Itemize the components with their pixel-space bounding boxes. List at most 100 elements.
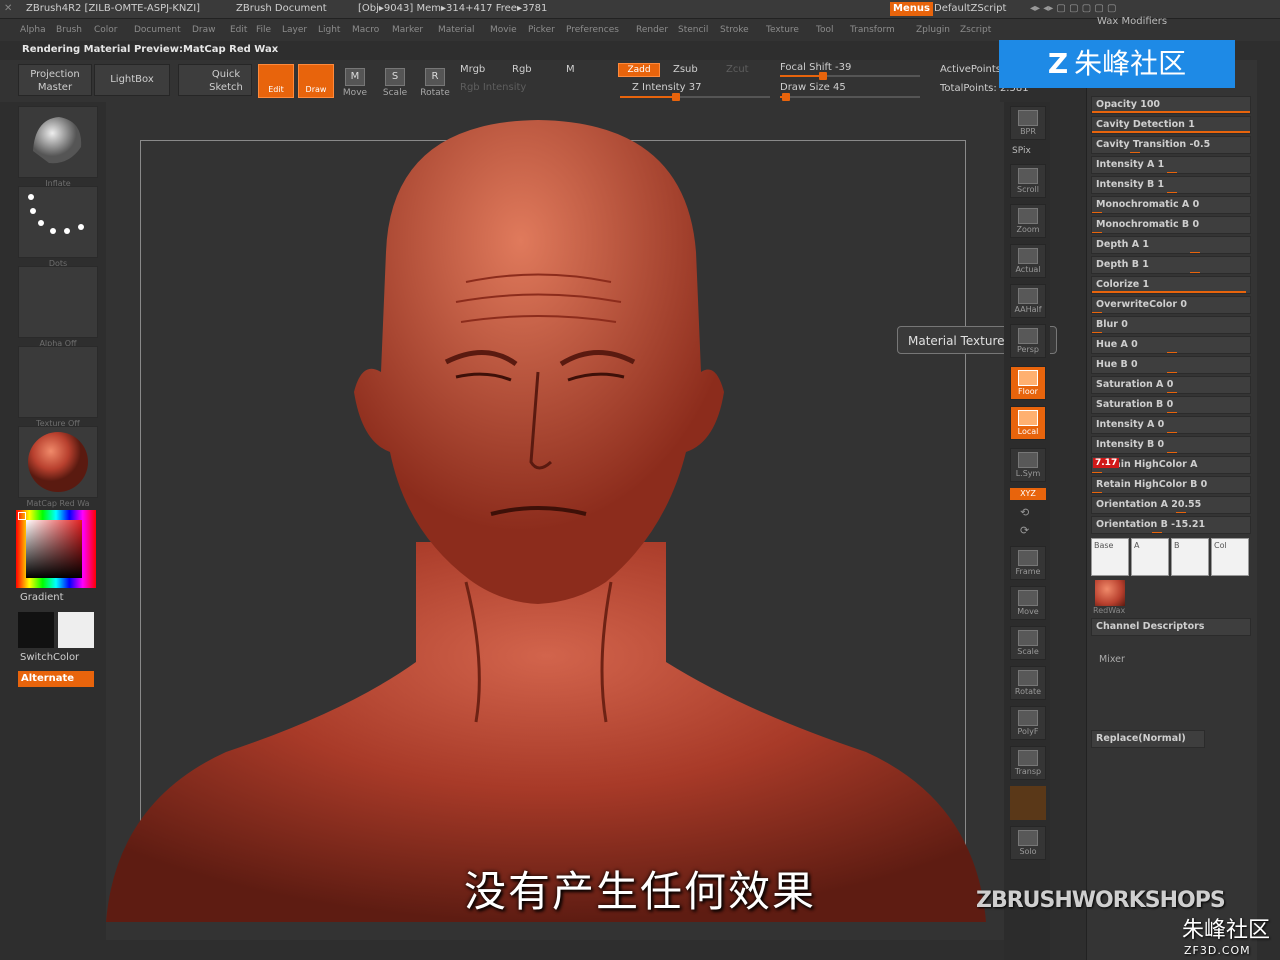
scale-view-button[interactable]: Scale bbox=[1010, 626, 1046, 660]
channel-descriptors-button[interactable]: Channel Descriptors bbox=[1091, 618, 1251, 636]
red-wax-material-swatch[interactable] bbox=[1095, 580, 1125, 606]
m-button[interactable]: M bbox=[566, 64, 575, 75]
menu-item-draw[interactable]: Draw bbox=[192, 19, 216, 41]
zoom-button[interactable]: Zoom bbox=[1010, 204, 1046, 238]
rgb-button[interactable]: Rgb bbox=[512, 64, 532, 75]
modifier-slider[interactable]: Orientation A 20.55 bbox=[1091, 496, 1251, 514]
menu-item-stroke[interactable]: Stroke bbox=[720, 19, 749, 41]
channel-b[interactable]: B bbox=[1171, 538, 1209, 576]
modifier-slider[interactable]: Monochromatic A 0 bbox=[1091, 196, 1251, 214]
transp-button[interactable]: Transp bbox=[1010, 746, 1046, 780]
mrgb-button[interactable]: Mrgb bbox=[460, 64, 485, 75]
replace-normal-dropdown[interactable]: Replace(Normal) bbox=[1091, 730, 1205, 748]
slider-knob[interactable] bbox=[1092, 492, 1102, 493]
brush-selector[interactable]: Inflate bbox=[18, 106, 98, 188]
quick-sketch-button[interactable]: Quick Sketch bbox=[178, 64, 252, 96]
slider-knob[interactable] bbox=[1167, 352, 1177, 353]
color-picker-square[interactable] bbox=[26, 520, 82, 578]
frame-button[interactable]: Frame bbox=[1010, 546, 1046, 580]
modifier-slider[interactable]: Intensity A 0 bbox=[1091, 416, 1251, 434]
slider-knob[interactable] bbox=[1092, 332, 1102, 333]
wax-modifiers-header[interactable]: Wax Modifiers bbox=[1097, 16, 1167, 27]
rotate-view-button[interactable]: Rotate bbox=[1010, 666, 1046, 700]
menu-item-light[interactable]: Light bbox=[318, 19, 340, 41]
menu-item-file[interactable]: File bbox=[256, 19, 271, 41]
alpha-selector[interactable]: Alpha Off bbox=[18, 266, 98, 348]
slider-knob[interactable] bbox=[1190, 272, 1200, 273]
move-view-button[interactable]: Move bbox=[1010, 586, 1046, 620]
channel-base[interactable]: Base bbox=[1091, 538, 1129, 576]
menu-item-render[interactable]: Render bbox=[636, 19, 668, 41]
bpr-button[interactable]: BPR bbox=[1010, 106, 1046, 140]
actual-button[interactable]: Actual bbox=[1010, 244, 1046, 278]
slider-knob[interactable] bbox=[1167, 192, 1177, 193]
z-intensity-slider[interactable]: Z Intensity 37 bbox=[632, 82, 701, 93]
floor-button[interactable]: Floor bbox=[1010, 366, 1046, 400]
material-selector[interactable]: MatCap Red Wa bbox=[18, 426, 98, 508]
channel-col[interactable]: Col bbox=[1211, 538, 1249, 576]
move-button[interactable]: M Move bbox=[338, 64, 372, 102]
slider-knob[interactable] bbox=[1167, 372, 1177, 373]
modifier-slider[interactable]: Cavity Transition -0.5 bbox=[1091, 136, 1251, 154]
scale-button[interactable]: S Scale bbox=[378, 64, 412, 102]
menu-item-preferences[interactable]: Preferences bbox=[566, 19, 619, 41]
mixer-header[interactable]: Mixer bbox=[1099, 654, 1125, 665]
channel-a[interactable]: A bbox=[1131, 538, 1169, 576]
scroll-button[interactable]: Scroll bbox=[1010, 164, 1046, 198]
modifier-slider[interactable]: Intensity B 0 bbox=[1091, 436, 1251, 454]
menu-item-layer[interactable]: Layer bbox=[282, 19, 307, 41]
rgb-intensity-slider[interactable]: Rgb Intensity bbox=[460, 82, 526, 93]
draw-button[interactable]: Draw bbox=[298, 64, 334, 98]
modifier-slider[interactable]: Saturation B 0 bbox=[1091, 396, 1251, 414]
modifier-slider[interactable]: Saturation A 0 bbox=[1091, 376, 1251, 394]
slider-knob[interactable] bbox=[1152, 532, 1162, 533]
modifier-slider[interactable]: Monochromatic B 0 bbox=[1091, 216, 1251, 234]
modifier-slider[interactable]: Depth B 1 bbox=[1091, 256, 1251, 274]
rotate-axis-icon[interactable]: ⟲ bbox=[1020, 506, 1029, 519]
slider-knob[interactable] bbox=[1167, 392, 1177, 393]
slider-knob[interactable] bbox=[1092, 212, 1102, 213]
slider-knob[interactable] bbox=[1190, 252, 1200, 253]
spix-slider[interactable]: SPix bbox=[1012, 146, 1031, 156]
menu-item-zscript[interactable]: Zscript bbox=[960, 19, 991, 41]
gradient-label[interactable]: Gradient bbox=[20, 592, 64, 603]
aahalf-button[interactable]: AAHalf bbox=[1010, 284, 1046, 318]
modifier-slider[interactable]: Depth A 1 bbox=[1091, 236, 1251, 254]
menu-item-document[interactable]: Document bbox=[134, 19, 181, 41]
slider-knob[interactable] bbox=[1167, 432, 1177, 433]
modifier-slider[interactable]: OverwriteColor 0 bbox=[1091, 296, 1251, 314]
menu-item-material[interactable]: Material bbox=[438, 19, 475, 41]
switch-color-button[interactable]: SwitchColor bbox=[20, 652, 79, 663]
slider-knob[interactable] bbox=[1092, 472, 1102, 473]
slider-knob[interactable] bbox=[1167, 412, 1177, 413]
menu-item-marker[interactable]: Marker bbox=[392, 19, 423, 41]
menu-item-stencil[interactable]: Stencil bbox=[678, 19, 708, 41]
xyz-button[interactable]: XYZ bbox=[1010, 488, 1046, 500]
texture-selector[interactable]: Texture Off bbox=[18, 346, 98, 428]
ghost-button[interactable] bbox=[1010, 786, 1046, 820]
modifier-slider[interactable]: Orientation B -15.21 bbox=[1091, 516, 1251, 534]
menu-item-transform[interactable]: Transform bbox=[850, 19, 895, 41]
color-picker[interactable] bbox=[16, 510, 96, 588]
alternate-button[interactable]: Alternate bbox=[18, 671, 94, 687]
modifier-slider[interactable]: Cavity Detection 1 bbox=[1091, 116, 1251, 134]
menu-item-tool[interactable]: Tool bbox=[816, 19, 833, 41]
menu-item-picker[interactable]: Picker bbox=[528, 19, 555, 41]
menu-item-color[interactable]: Color bbox=[94, 19, 118, 41]
zsub-button[interactable]: Zsub bbox=[673, 64, 698, 75]
slider-knob[interactable] bbox=[1176, 512, 1186, 513]
zcut-button[interactable]: Zcut bbox=[726, 64, 749, 75]
modifier-slider[interactable]: Opacity 100 bbox=[1091, 96, 1251, 114]
persp-button[interactable]: Persp bbox=[1010, 324, 1046, 358]
modifier-slider[interactable]: Retain HighColor B 0 bbox=[1091, 476, 1251, 494]
focal-shift-slider[interactable]: Focal Shift -39 bbox=[780, 62, 851, 73]
draw-size-track[interactable] bbox=[780, 93, 920, 101]
modifier-slider[interactable]: Colorize 1 bbox=[1091, 276, 1251, 294]
stroke-selector[interactable]: Dots bbox=[18, 186, 98, 268]
rotate-button[interactable]: R Rotate bbox=[418, 64, 452, 102]
secondary-color-swatch[interactable] bbox=[58, 612, 94, 648]
main-color-swatch[interactable] bbox=[18, 612, 54, 648]
slider-knob[interactable] bbox=[1092, 312, 1102, 313]
default-zscript-button[interactable]: DefaultZScript bbox=[934, 0, 1006, 18]
slider-knob[interactable] bbox=[1167, 172, 1177, 173]
